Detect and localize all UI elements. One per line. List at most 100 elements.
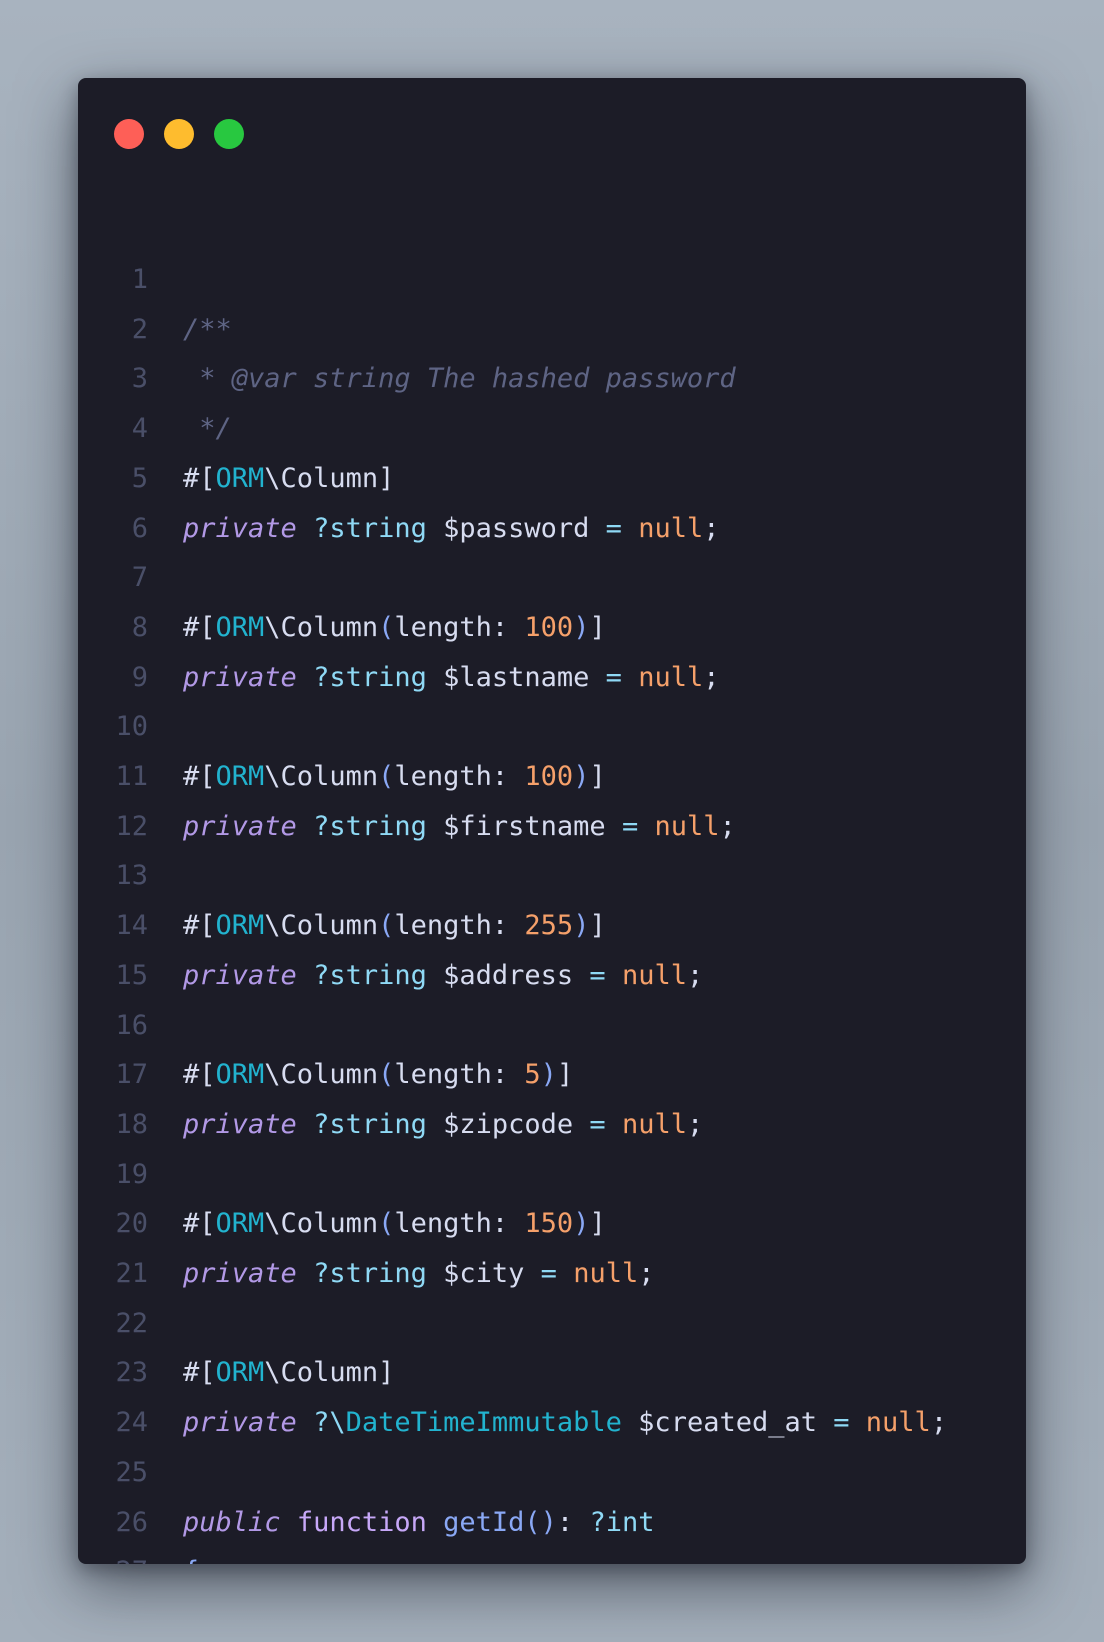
code-token: ?string — [313, 1258, 427, 1289]
code-token: = — [540, 1258, 557, 1289]
minimize-button[interactable] — [164, 119, 194, 149]
code-token: ?int — [589, 1506, 655, 1538]
line-number: 15 — [115, 959, 148, 991]
line-number: 18 — [115, 1108, 148, 1140]
line-number: 14 — [115, 910, 148, 942]
code-token: null — [573, 1258, 639, 1289]
code-token: ORM — [215, 910, 265, 942]
code-token: getId — [443, 1506, 525, 1538]
code-token: ; — [686, 959, 704, 991]
code-token: null — [621, 1108, 687, 1140]
code-token: \Column — [264, 910, 379, 942]
code-token: ] — [589, 761, 606, 792]
code-token: ; — [686, 1108, 704, 1140]
code-token: #[ — [183, 1208, 216, 1240]
line-number: 19 — [115, 1158, 148, 1190]
line-number: 11 — [115, 761, 148, 792]
code-token: 5 — [524, 1059, 541, 1091]
code-token: ?\ — [313, 1407, 346, 1439]
line-number: 25 — [115, 1456, 148, 1488]
code-token: \Column — [264, 1059, 379, 1091]
code-token: ] — [556, 1059, 574, 1091]
code-token: public — [183, 1506, 281, 1538]
code-token: ORM — [215, 1357, 265, 1389]
code-token: \Column] — [264, 462, 395, 494]
code-token: 150 — [524, 1208, 574, 1240]
code-token: ] — [589, 611, 606, 643]
code-token: ( — [378, 1059, 395, 1091]
code-token: null — [654, 810, 720, 842]
code-token: \Column — [264, 761, 379, 792]
line-number: 17 — [115, 1059, 148, 1091]
line-source: */ — [183, 404, 232, 454]
code-token: $created_at — [621, 1407, 834, 1439]
code-token: ORM — [215, 1059, 265, 1091]
code-token: private — [183, 1407, 297, 1439]
line-number: 26 — [115, 1506, 148, 1538]
line-number: 27 — [78, 1547, 148, 1564]
line-number: 3 — [131, 363, 148, 395]
code-token: null — [865, 1407, 931, 1439]
line-source: #[ORM\Column] — [183, 454, 394, 504]
maximize-button[interactable] — [214, 119, 244, 149]
code-token: = — [605, 512, 622, 544]
line-number: 13 — [115, 860, 148, 892]
close-button[interactable] — [114, 119, 144, 149]
code-token: \Column] — [264, 1357, 395, 1389]
code-token: 100 — [524, 761, 574, 792]
code-token: private — [183, 512, 297, 544]
line-number: 20 — [115, 1208, 148, 1240]
code-token: ORM — [215, 462, 265, 494]
code-token: $city — [426, 1258, 541, 1289]
line-source: private ?string $address = null; — [183, 951, 703, 1001]
line-number: 8 — [131, 611, 148, 643]
line-number: 23 — [115, 1357, 148, 1389]
code-token: ) — [573, 910, 590, 942]
code-token: ) — [573, 1208, 590, 1240]
code-token: ] — [589, 1208, 606, 1240]
code-token: { — [183, 1556, 199, 1564]
code-token: = — [833, 1407, 850, 1439]
line-source: private ?string $city = null; — [183, 1249, 654, 1299]
code-token: = — [605, 661, 622, 693]
code-token: ; — [638, 1258, 655, 1289]
line-source: #[ORM\Column] — [183, 1348, 394, 1398]
code-token: ] — [589, 910, 606, 942]
code-token: ?string — [313, 810, 427, 842]
code-token: ?string — [313, 959, 427, 991]
code-token: : — [556, 1506, 590, 1538]
code-token: null — [638, 661, 704, 693]
code-token: ?string — [313, 1108, 427, 1140]
code-token: #[ — [183, 1357, 216, 1389]
line-source: private ?string $password = null; — [183, 504, 720, 554]
code-token: () — [524, 1506, 557, 1538]
code-token: ?string — [313, 661, 427, 693]
code-token: length: — [394, 910, 525, 942]
code-token: private — [183, 959, 297, 991]
code-token: $lastname — [426, 661, 606, 693]
code-token: ) — [573, 761, 590, 792]
code-token: ( — [378, 611, 395, 643]
code-token: length: — [394, 761, 525, 792]
line-number: 7 — [131, 562, 148, 594]
code-token: /** — [183, 313, 232, 345]
code-token: ) — [540, 1059, 557, 1091]
line-number: 5 — [131, 462, 148, 494]
line-number: 4 — [131, 413, 148, 445]
line-number: 24 — [115, 1407, 148, 1439]
line-source: #[ORM\Column(length: 5)] — [183, 1050, 573, 1100]
code-token: ; — [719, 810, 736, 842]
code-token: DateTimeImmutable — [345, 1407, 622, 1439]
line-source: * @var string The hashed password — [183, 354, 735, 404]
code-window: 1 2/** 3 * @var string The hashed password… — [78, 78, 1026, 1564]
